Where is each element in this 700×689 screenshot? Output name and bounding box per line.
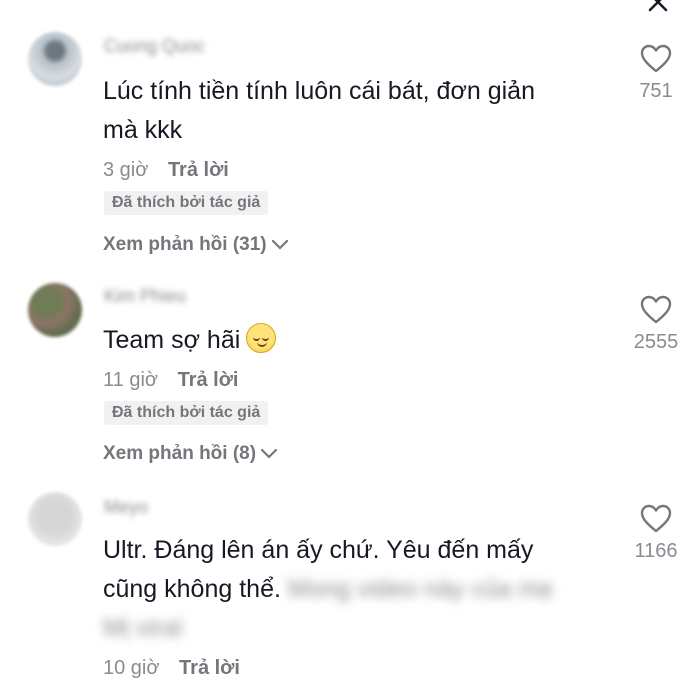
comment-text: Ultr. Đáng lên án ấy chứ. Yêu đến mấy cũ… <box>103 531 603 648</box>
comment-time: 11 giờ <box>103 369 158 391</box>
comment-username[interactable]: Meyo <box>104 497 148 518</box>
like-count: 1166 <box>634 540 678 562</box>
heart-icon <box>640 504 672 533</box>
comment-text: Lúc tính tiền tính luôn cái bát, đơn giả… <box>103 72 603 150</box>
reply-button[interactable]: Trả lời <box>168 159 229 181</box>
liked-by-author-badge: Đã thích bởi tác giả <box>104 401 269 425</box>
avatar[interactable] <box>28 283 82 337</box>
liked-by-author-badge: Đã thích bởi tác giả <box>104 191 269 215</box>
chevron-down-icon <box>260 448 278 459</box>
relieved-face-emoji <box>246 323 277 353</box>
reply-button[interactable]: Trả lời <box>178 369 239 391</box>
blurred-text: Mị viral <box>103 614 183 642</box>
view-replies-label: Xem phản hồi (31) <box>103 234 267 255</box>
view-replies-label: Xem phản hồi (8) <box>103 443 257 464</box>
blurred-text: Mong video này của mẹ <box>287 575 554 603</box>
comment-meta: 11 giờ Trả lời <box>103 369 238 392</box>
comment-text-line2: mà kkk <box>103 116 183 144</box>
view-replies-button[interactable]: Xem phản hồi (8) <box>103 443 278 465</box>
like-count: 2555 <box>633 331 679 353</box>
comments-panel: Cuong Quoc Lúc tính tiền tính luôn cái b… <box>0 0 700 689</box>
view-replies-button[interactable]: Xem phản hồi (31) <box>103 234 289 256</box>
comment-meta: 10 giờ Trả lời <box>103 657 240 680</box>
heart-icon <box>640 44 672 73</box>
like-button[interactable]: 1166 <box>616 504 696 563</box>
close-icon[interactable] <box>644 0 672 16</box>
reply-button[interactable]: Trả lời <box>179 657 240 679</box>
like-button[interactable]: 2555 <box>616 295 696 354</box>
comment-time: 10 giờ <box>103 657 160 679</box>
avatar[interactable] <box>28 32 82 86</box>
comment-text-line1: Lúc tính tiền tính luôn cái bát, đơn giả… <box>103 77 535 105</box>
comment-meta: 3 giờ Trả lời <box>103 159 229 182</box>
like-count: 751 <box>639 80 673 102</box>
chevron-down-icon <box>271 239 288 250</box>
heart-icon <box>640 295 672 324</box>
comment-username[interactable]: Cuong Quoc <box>104 36 205 57</box>
comment-time: 3 giờ <box>103 159 149 181</box>
comment-text: Team sợ hãi <box>103 321 603 360</box>
comment-username[interactable]: Kim Phieu <box>104 286 186 307</box>
comment-text-line1: Team sợ hãi <box>103 326 241 354</box>
comment-text-line1: Ultr. Đáng lên án ấy chứ. Yêu đến mấy <box>103 536 534 564</box>
avatar[interactable] <box>28 492 82 546</box>
like-button[interactable]: 751 <box>616 44 696 103</box>
comment-text-line2: cũng không thể. <box>103 575 281 603</box>
